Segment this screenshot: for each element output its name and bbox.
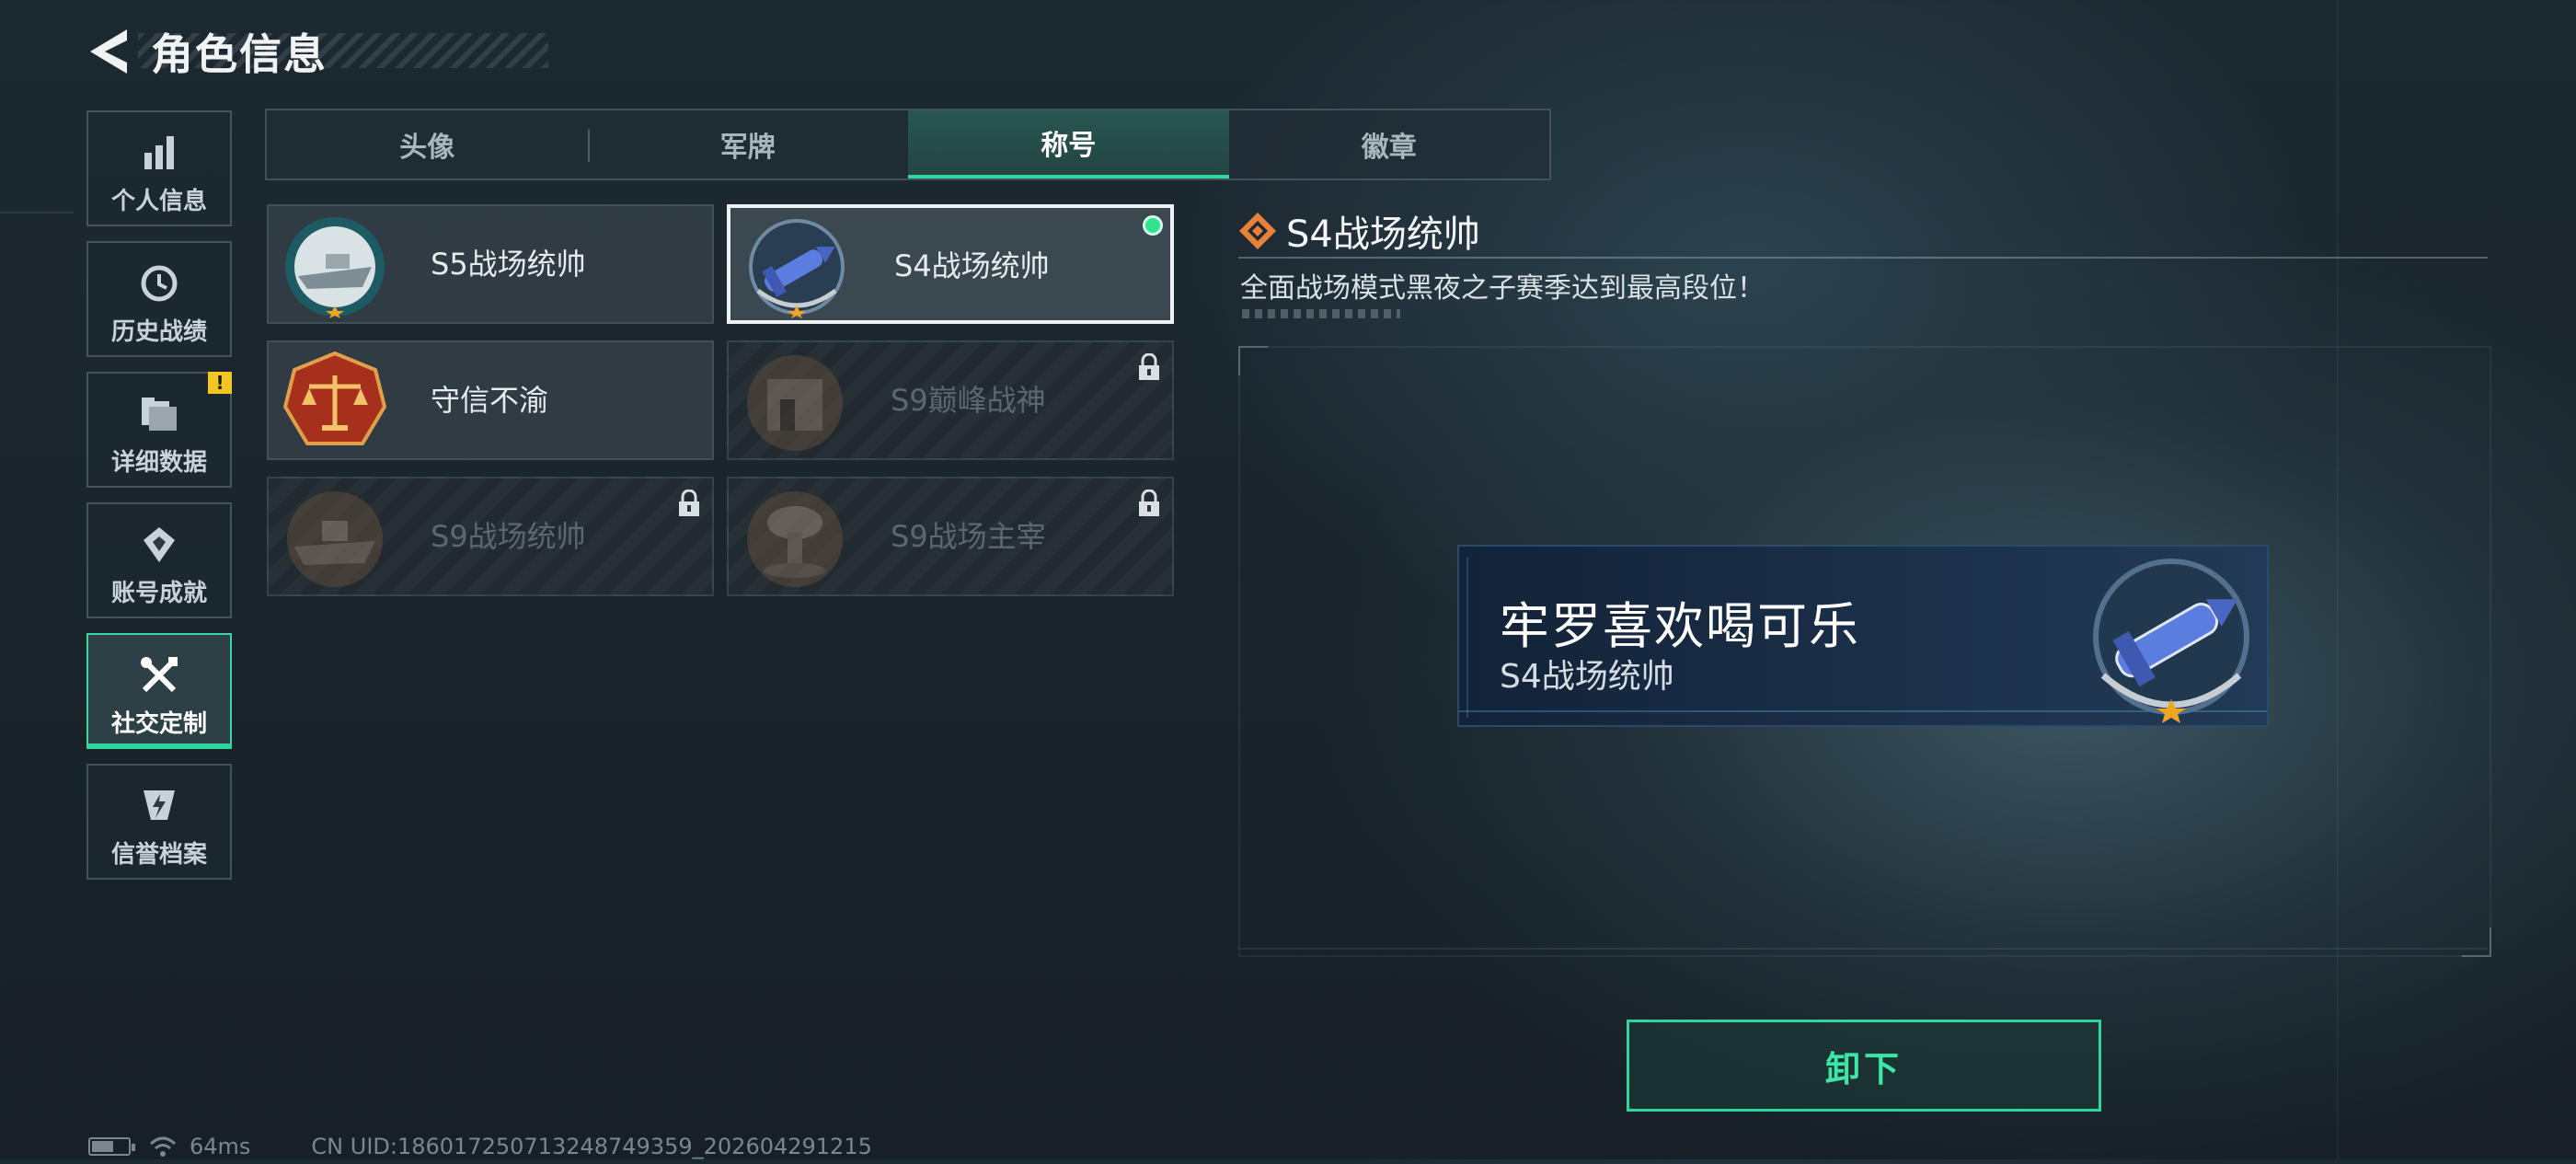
history-icon xyxy=(139,263,179,304)
user-uid: CN UID:1860172507132487493​59_2026042912… xyxy=(311,1134,872,1159)
lock-icon xyxy=(1137,489,1161,517)
title-card[interactable]: 守信不渝 xyxy=(267,340,714,460)
folder-data-icon xyxy=(139,394,179,434)
tab-badge[interactable]: 徽章 xyxy=(1229,110,1550,179)
sidebar-item-achievements[interactable]: 账号成就 xyxy=(86,502,232,618)
player-name: 牢罗喜欢喝可乐 xyxy=(1500,597,1860,655)
back-arrow-icon[interactable] xyxy=(86,26,131,77)
ruins-emblem-icon xyxy=(743,352,846,455)
title-card-locked[interactable]: S9巅峰战神 xyxy=(727,340,1174,460)
ping-value: 64ms xyxy=(190,1134,251,1159)
detail-header: S4战场统帅 xyxy=(1238,204,1480,258)
tools-icon xyxy=(139,655,179,696)
missile-emblem-icon xyxy=(745,217,848,320)
title-name: S5战场统帅 xyxy=(431,247,586,282)
player-title: S4战场统帅 xyxy=(1500,658,1674,696)
wifi-icon xyxy=(149,1135,177,1158)
sidebar-item-detailed-data[interactable]: ! 详细数据 xyxy=(86,372,232,488)
warship-emblem-icon xyxy=(283,488,386,591)
sidebar-item-label: 账号成就 xyxy=(110,580,207,607)
sidebar-item-reputation[interactable]: 信誉档案 xyxy=(86,764,232,880)
reputation-shield-icon xyxy=(139,786,179,826)
orange-diamond-icon xyxy=(1238,212,1277,250)
sidebar-item-social-customize[interactable]: 社交定制 xyxy=(86,633,232,749)
scales-emblem-icon xyxy=(282,351,387,455)
achievement-icon xyxy=(139,524,179,565)
title-card[interactable]: S5战场统帅 xyxy=(267,204,714,324)
nameplate-preview: 牢罗喜欢喝可乐 S4战场统帅 xyxy=(1457,545,2269,727)
battery-icon xyxy=(88,1137,135,1156)
missile-emblem-icon xyxy=(2081,554,2256,725)
title-name: S9战场统帅 xyxy=(431,519,586,554)
sidebar-item-label: 信誉档案 xyxy=(110,841,207,869)
title-card-locked[interactable]: S9战场统帅 xyxy=(267,477,714,596)
tab-avatar[interactable]: 头像 xyxy=(267,110,588,179)
decor-bar xyxy=(1242,309,1400,318)
status-bar: 64ms CN UID:1860172507132487493​59_20260… xyxy=(88,1132,872,1161)
title-card-locked[interactable]: S9战场主宰 xyxy=(727,477,1174,596)
lock-icon xyxy=(677,489,701,517)
sidebar-item-history[interactable]: 历史战绩 xyxy=(86,241,232,357)
tab-title[interactable]: 称号 xyxy=(908,110,1229,179)
detail-title: S4战场统帅 xyxy=(1286,213,1480,256)
unequip-button[interactable]: 卸下 xyxy=(1627,1020,2101,1112)
title-name: S4战场统帅 xyxy=(894,248,1050,283)
lock-icon xyxy=(1137,352,1161,381)
sidebar-item-label: 历史战绩 xyxy=(110,318,207,346)
tab-dogtag[interactable]: 军牌 xyxy=(587,110,909,179)
title-name: 守信不渝 xyxy=(431,383,549,418)
sidebar-item-label: 详细数据 xyxy=(110,449,207,477)
category-tabs: 头像 军牌 称号 徽章 xyxy=(265,109,1551,180)
title-card-selected[interactable]: S4战场统帅 xyxy=(727,204,1174,324)
decor-line xyxy=(1466,558,1468,718)
boat-emblem-icon xyxy=(283,215,386,318)
page-header: 角色信息 xyxy=(86,24,328,79)
equipped-indicator xyxy=(1143,215,1163,236)
sidebar-item-personal-info[interactable]: 个人信息 xyxy=(86,110,232,226)
mushroom-cloud-emblem-icon xyxy=(743,488,846,591)
title-name: S9巅峰战神 xyxy=(891,383,1046,418)
divider xyxy=(1238,257,2488,259)
sidebar-item-label: 社交定制 xyxy=(110,710,207,738)
sidebar-item-label: 个人信息 xyxy=(110,188,207,215)
detail-description: 全面战场模式黑夜之子赛季达到最高段位！ xyxy=(1240,272,1765,305)
warning-badge: ! xyxy=(208,372,232,394)
title-name: S9战场主宰 xyxy=(891,519,1046,554)
decor-line xyxy=(0,212,74,213)
page-title: 角色信息 xyxy=(151,29,328,79)
bar-chart-icon xyxy=(139,133,179,173)
